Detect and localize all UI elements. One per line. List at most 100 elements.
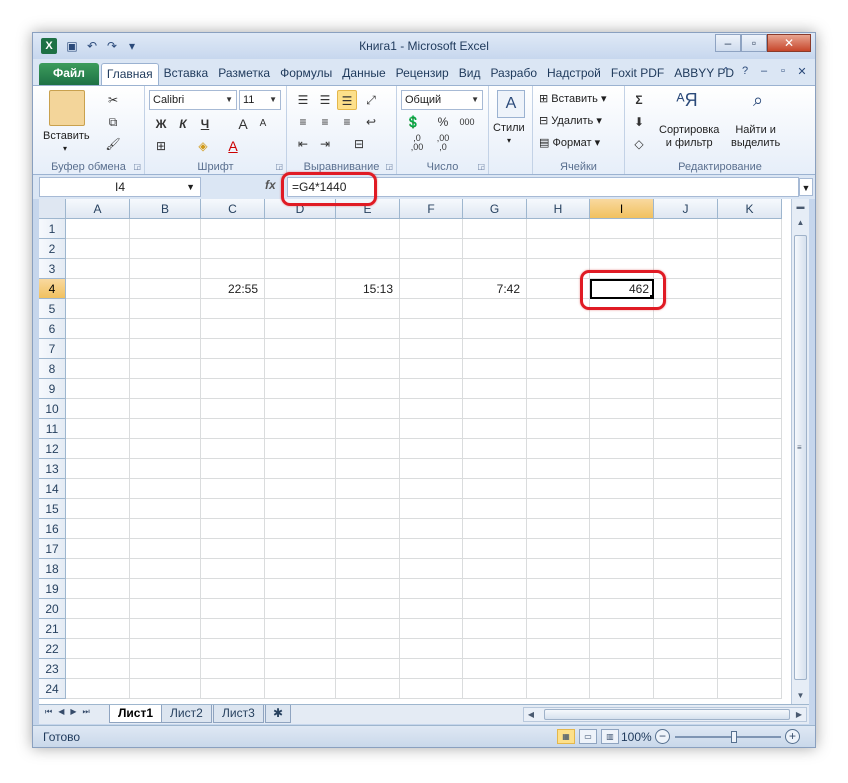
grid-cell[interactable] [463, 679, 527, 699]
row-header[interactable]: 23 [39, 659, 66, 679]
grid-cell[interactable] [130, 499, 201, 519]
grid-cell[interactable] [654, 579, 718, 599]
grid-cell[interactable] [590, 219, 654, 239]
grid-cell[interactable] [66, 579, 130, 599]
align-bottom-icon[interactable]: ☰ [337, 90, 357, 110]
grid-cell[interactable] [718, 279, 782, 299]
column-header[interactable]: C [201, 199, 265, 219]
restore-button[interactable]: ▫ [741, 34, 767, 52]
grid-cell[interactable] [463, 339, 527, 359]
grid-cell[interactable] [654, 499, 718, 519]
zoom-in-icon[interactable]: + [785, 729, 800, 744]
underline-button[interactable]: Ч [195, 114, 215, 134]
first-sheet-icon[interactable]: ⏮ [45, 707, 52, 717]
grid-cell[interactable] [130, 639, 201, 659]
grid-cell[interactable] [201, 519, 265, 539]
grid-cell[interactable] [66, 499, 130, 519]
grid-cell[interactable] [527, 219, 590, 239]
grid-cell[interactable] [718, 519, 782, 539]
grid-cell[interactable] [527, 679, 590, 699]
grid-cell[interactable] [265, 579, 336, 599]
insert-function-button[interactable]: fx [265, 178, 276, 192]
cut-icon[interactable]: ✂ [103, 90, 123, 110]
grid-cell[interactable] [654, 359, 718, 379]
grid-cell[interactable] [201, 659, 265, 679]
grid-cell[interactable] [718, 259, 782, 279]
paste-icon[interactable] [49, 90, 85, 126]
grid-cell[interactable] [201, 619, 265, 639]
grid-cell[interactable] [654, 619, 718, 639]
styles-icon[interactable]: A [497, 90, 525, 118]
orientation-icon[interactable]: ⤢ [361, 90, 381, 110]
shrink-font-button[interactable]: A [253, 114, 273, 134]
grid-cell[interactable] [718, 679, 782, 699]
grid-cell[interactable] [130, 539, 201, 559]
grid-cell[interactable] [590, 339, 654, 359]
scroll-left-icon[interactable]: ◀ [524, 708, 538, 721]
grid-cell[interactable] [130, 319, 201, 339]
grid-cell[interactable] [463, 319, 527, 339]
tab-home[interactable]: Главная [100, 63, 159, 85]
expand-formula-bar-icon[interactable]: ▼ [799, 178, 813, 196]
row-header[interactable]: 18 [39, 559, 66, 579]
grid-cell[interactable] [654, 599, 718, 619]
grid-cell[interactable] [265, 639, 336, 659]
zoom-slider[interactable] [675, 731, 781, 743]
borders-icon[interactable]: ⊞ [151, 136, 171, 156]
grid-cell[interactable] [590, 519, 654, 539]
find-select-button[interactable]: Найти и выделить [731, 124, 780, 150]
tab-page-layout[interactable]: Разметка [213, 63, 275, 85]
grid-cell[interactable] [265, 659, 336, 679]
grid-cell[interactable] [400, 259, 463, 279]
grid-cell[interactable] [654, 459, 718, 479]
grid-cell[interactable] [130, 579, 201, 599]
grid-cell[interactable] [400, 459, 463, 479]
grid-cell[interactable] [400, 419, 463, 439]
doc-minimize-icon[interactable]: – [757, 65, 771, 78]
number-launcher-icon[interactable]: ◲ [477, 162, 485, 171]
grid-cell[interactable] [463, 639, 527, 659]
grid-cell[interactable] [66, 379, 130, 399]
grid-cell[interactable] [201, 499, 265, 519]
grid-cell[interactable] [463, 619, 527, 639]
tab-data[interactable]: Данные [337, 63, 390, 85]
grid-cell[interactable] [265, 259, 336, 279]
column-header[interactable]: A [66, 199, 130, 219]
grid-cell[interactable] [400, 679, 463, 699]
column-header[interactable]: F [400, 199, 463, 219]
last-sheet-icon[interactable]: ⏭ [83, 707, 90, 717]
grid-cell[interactable] [400, 319, 463, 339]
grid-cell[interactable] [130, 339, 201, 359]
insert-cells-button[interactable]: ⊞ Вставить ▾ [539, 92, 607, 105]
grid-cell[interactable] [590, 579, 654, 599]
grid-cell[interactable] [590, 619, 654, 639]
grid-cell[interactable] [265, 479, 336, 499]
worksheet-grid[interactable]: ABCDEFGHIJK 1 2 3 4 22:55 15:13 7:42 462 5 6 7 8 9 10… [39, 199, 791, 704]
grid-cell[interactable] [463, 219, 527, 239]
scroll-thumb[interactable] [794, 235, 807, 680]
grid-cell[interactable] [66, 279, 130, 299]
grid-cell[interactable] [527, 339, 590, 359]
grid-cell[interactable] [130, 359, 201, 379]
format-painter-icon[interactable]: 🖌 [103, 134, 123, 154]
grid-cell[interactable] [265, 279, 336, 299]
grid-cell[interactable] [718, 579, 782, 599]
tab-foxit-pdf[interactable]: Foxit PDF [606, 63, 669, 85]
grid-cell[interactable] [66, 319, 130, 339]
grid-cell[interactable] [201, 319, 265, 339]
align-top-icon[interactable]: ☰ [293, 90, 313, 110]
grid-cell[interactable] [336, 519, 400, 539]
grid-cell[interactable] [718, 499, 782, 519]
doc-restore-icon[interactable]: ▫ [776, 65, 790, 78]
grid-cell[interactable] [265, 679, 336, 699]
grid-cell[interactable] [654, 439, 718, 459]
grid-cell[interactable] [463, 599, 527, 619]
grid-cell[interactable] [590, 239, 654, 259]
grid-cell[interactable] [201, 439, 265, 459]
grid-cell[interactable] [590, 639, 654, 659]
grid-cell[interactable] [66, 439, 130, 459]
column-header[interactable]: H [527, 199, 590, 219]
next-sheet-icon[interactable]: ▶ [70, 707, 76, 717]
grid-cell[interactable] [336, 599, 400, 619]
column-header[interactable]: K [718, 199, 782, 219]
